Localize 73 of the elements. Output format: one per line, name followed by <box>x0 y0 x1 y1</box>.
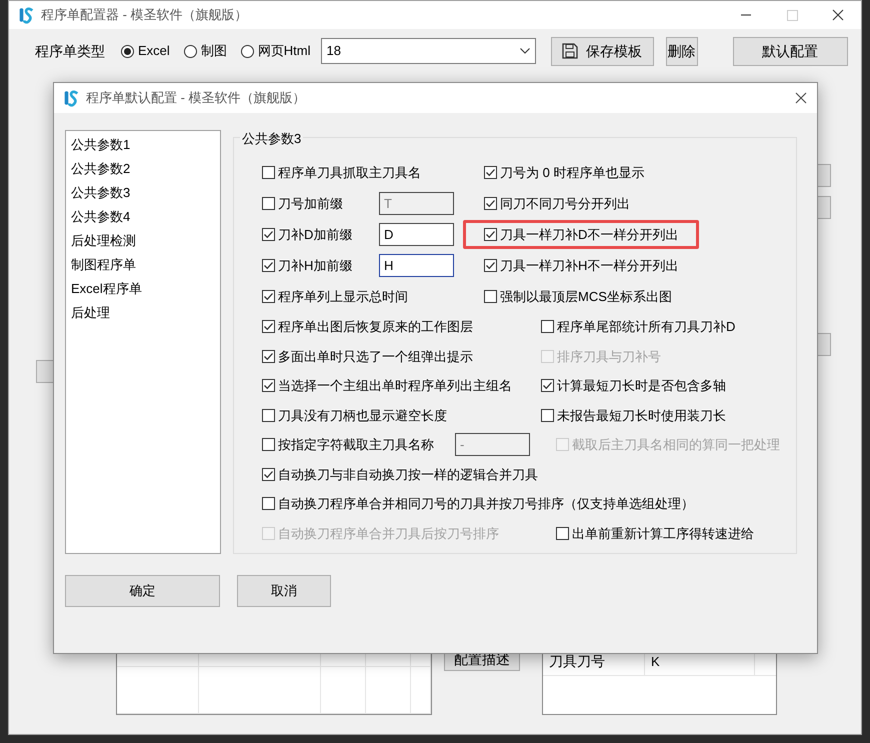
radio-button[interactable] <box>240 44 254 58</box>
text-field[interactable]: D <box>379 223 454 246</box>
checkbox[interactable] <box>262 408 275 422</box>
checkbox[interactable] <box>262 497 275 510</box>
checkbox[interactable] <box>262 468 275 481</box>
checkbox[interactable] <box>484 259 497 272</box>
button[interactable]: 确定 <box>65 575 220 607</box>
chevron-down-icon <box>520 48 530 54</box>
checkbox-label[interactable]: 多面出单时只选了一个组弹出提示 <box>278 346 473 366</box>
checkbox-label[interactable]: 刀补H加前缀 <box>278 256 352 276</box>
checkbox[interactable] <box>484 197 497 210</box>
checkbox-label[interactable]: 程序单列上显示总时间 <box>278 286 408 306</box>
list-item[interactable]: 后处理检测 <box>66 229 220 253</box>
checkbox-label[interactable]: 刀具一样刀补H不一样分开列出 <box>500 256 678 276</box>
checkbox-label[interactable]: 程序单尾部统计所有刀具刀补D <box>557 317 736 336</box>
radio-label[interactable]: 网页Html <box>258 41 311 61</box>
checkbox[interactable] <box>262 438 275 452</box>
checkbox-label[interactable]: 自动换刀程序单合并相同刀号的刀具并按刀号排序（仅支持单选组处理） <box>278 494 694 514</box>
radio-button[interactable] <box>184 44 197 58</box>
close-icon[interactable] <box>832 9 844 21</box>
checkbox-label[interactable]: 未报告最短刀长时使用装刀长 <box>557 406 726 425</box>
checkbox-label[interactable]: 刀补D加前缀 <box>278 224 352 244</box>
list-item[interactable]: 制图程序单 <box>66 253 220 277</box>
checkbox[interactable] <box>262 259 275 272</box>
checkbox-label[interactable]: 刀具一样刀补D不一样分开列出 <box>500 224 678 244</box>
checkbox[interactable] <box>262 166 275 179</box>
list-item[interactable]: 后处理 <box>66 301 220 325</box>
checkbox[interactable] <box>262 228 275 241</box>
button[interactable]: 取消 <box>237 575 331 607</box>
button[interactable]: 默认配置 <box>732 36 848 66</box>
checkbox-label[interactable]: 出单前重新计算工序得转速进给 <box>572 524 754 543</box>
checkbox[interactable] <box>541 320 554 334</box>
checkbox-label[interactable]: 刀号加前缀 <box>278 194 343 214</box>
checkbox-label[interactable]: 刀具没有刀柄也显示避空长度 <box>278 406 447 425</box>
window-title: 程序单配置器 - 模圣软件（旗舰版） <box>41 6 248 24</box>
checkbox[interactable] <box>484 228 497 241</box>
checkbox-label[interactable]: 程序单出图后恢复原来的工作图层 <box>278 317 473 336</box>
dropdown-value: 18 <box>326 42 341 60</box>
checkbox[interactable] <box>262 379 275 392</box>
checkbox[interactable] <box>541 379 554 392</box>
app-logo-icon <box>62 89 80 107</box>
template-dropdown[interactable]: 18 <box>320 38 536 64</box>
radio-label[interactable]: Excel <box>138 41 170 61</box>
checkbox-label[interactable]: 当选择一个主组出单时程序单列出主组名 <box>278 376 512 396</box>
radio-button[interactable] <box>121 44 134 58</box>
checkbox-label[interactable]: 计算最短刀长时是否包含多轴 <box>557 376 726 396</box>
checkbox[interactable] <box>484 290 497 303</box>
checkbox-label[interactable]: 自动换刀与非自动换刀按一样的逻辑合并刀具 <box>278 464 538 484</box>
checkbox-label[interactable]: 同刀不同刀号分开列出 <box>500 194 630 214</box>
checkbox[interactable] <box>262 197 275 210</box>
list-item[interactable]: 公共参数3 <box>66 181 220 205</box>
list-item[interactable]: 公共参数4 <box>66 205 220 229</box>
checkbox-label[interactable]: 程序单刀具抓取主刀具名 <box>278 162 421 182</box>
save-template-button[interactable]: 保存模板 <box>550 36 654 66</box>
button[interactable]: 删除 <box>666 36 698 66</box>
window-title: 程序单默认配置 - 模圣软件（旗舰版） <box>86 89 306 108</box>
checkbox-label[interactable]: 强制以最顶层MCS坐标系出图 <box>500 286 672 306</box>
app-logo-icon <box>17 6 35 24</box>
checkbox[interactable] <box>262 290 275 303</box>
checkbox-label[interactable]: 按指定字符截取主刀具名称 <box>278 435 434 454</box>
type-label: 程序单类型 <box>35 42 105 60</box>
checkbox[interactable] <box>484 166 497 179</box>
checkbox[interactable] <box>262 320 275 334</box>
text-field[interactable]: H <box>379 254 454 277</box>
radio-label[interactable]: 制图 <box>200 41 227 61</box>
checkbox[interactable] <box>262 350 275 363</box>
close-icon[interactable] <box>795 92 807 104</box>
list-item[interactable]: Excel程序单 <box>66 277 220 301</box>
list-item[interactable]: 公共参数1 <box>66 133 220 157</box>
list-item[interactable]: 公共参数2 <box>66 157 220 181</box>
checkbox[interactable] <box>556 526 569 540</box>
checkbox-label[interactable]: 刀号为 0 时程序单也显示 <box>500 162 644 182</box>
checkbox[interactable] <box>541 408 554 422</box>
